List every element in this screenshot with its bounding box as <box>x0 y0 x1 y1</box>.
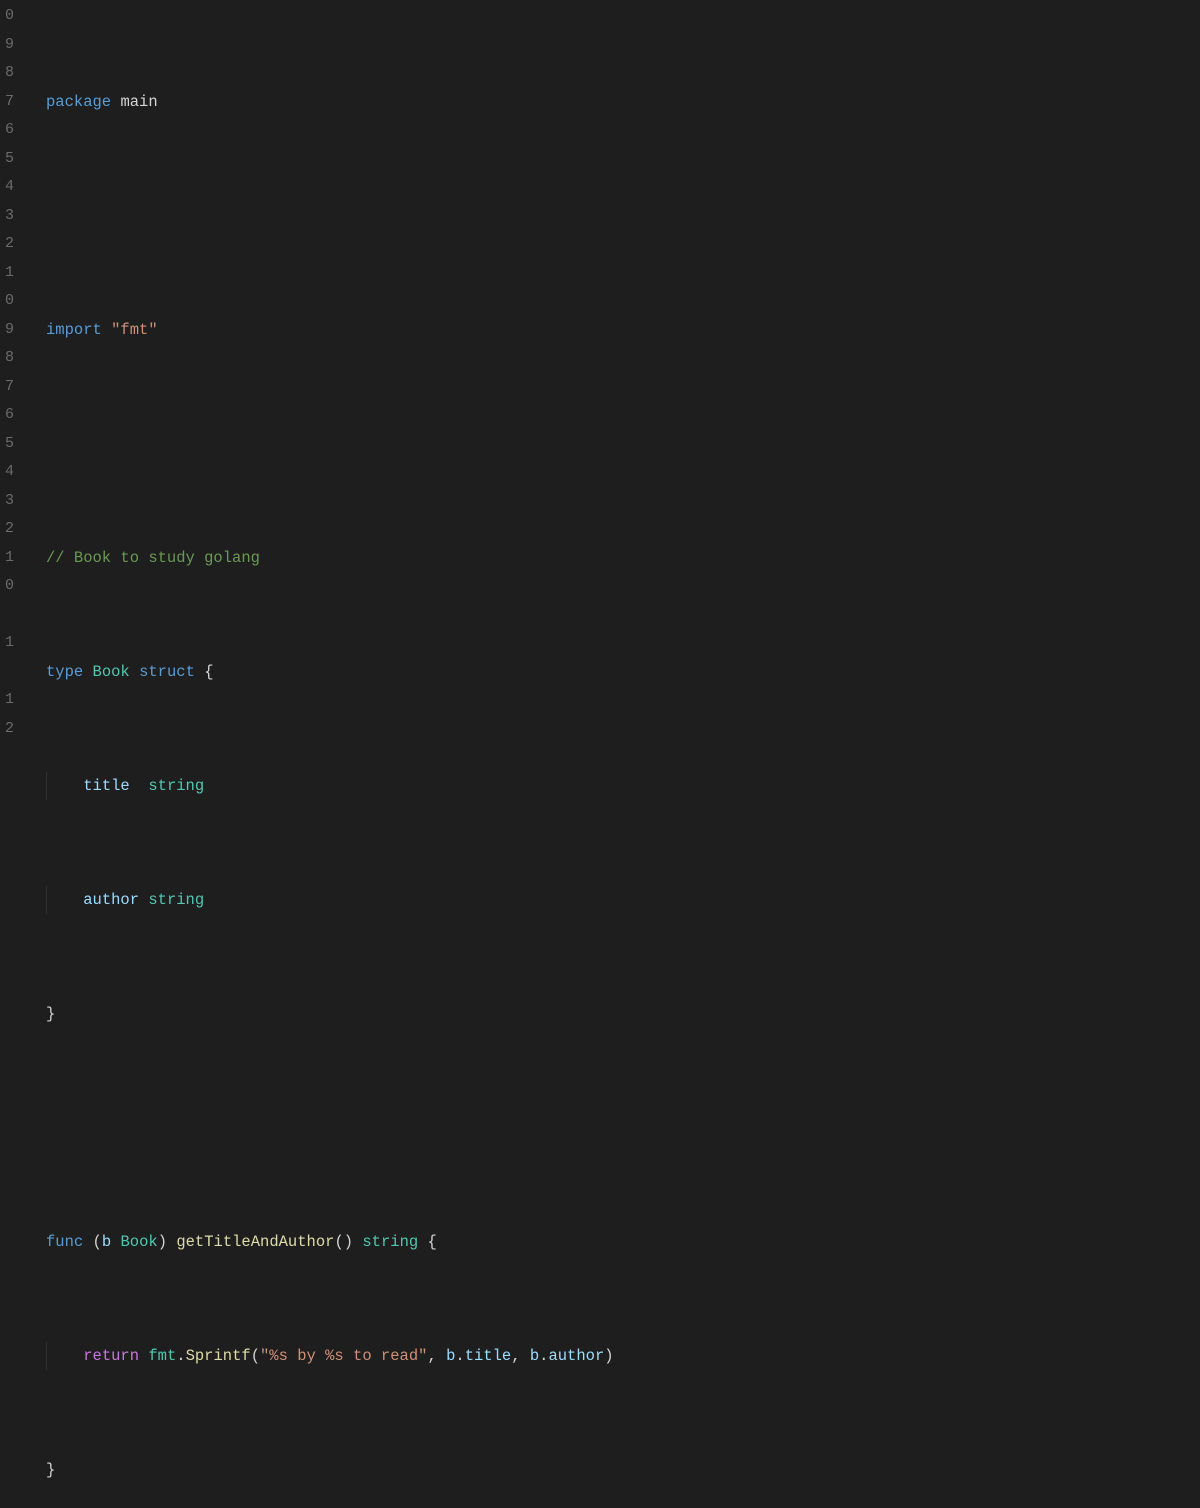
line-number: 5 <box>0 145 18 174</box>
code-line[interactable]: import "fmt" <box>46 316 1200 345</box>
line-number: 0 <box>0 287 18 316</box>
keyword-type: type <box>46 663 83 681</box>
line-number: 7 <box>0 373 18 402</box>
line-number: 1 <box>0 544 18 573</box>
line-number: 2 <box>0 515 18 544</box>
type-name: Book <box>93 663 130 681</box>
code-line[interactable]: title string <box>46 772 1200 801</box>
line-number: 2 <box>0 230 18 259</box>
call-sprintf: Sprintf <box>186 1347 251 1365</box>
string-literal: "%s by %s to read" <box>260 1347 427 1365</box>
line-number: 1 <box>0 629 18 658</box>
receiver-type: Book <box>120 1233 157 1251</box>
type: string <box>148 891 204 909</box>
line-number: 8 <box>0 59 18 88</box>
return-type: string <box>362 1233 418 1251</box>
keyword-import: import <box>46 321 102 339</box>
line-number-gutter: 0 9 8 7 6 5 4 3 2 1 0 9 8 7 6 5 4 3 2 1 … <box>0 0 18 754</box>
string-literal: "fmt" <box>111 321 158 339</box>
line-number: 9 <box>0 316 18 345</box>
code-line[interactable]: func (b Book) getTitleAndAuthor() string… <box>46 1228 1200 1257</box>
line-number: 4 <box>0 458 18 487</box>
receiver-name: b <box>102 1233 111 1251</box>
indent-guide <box>46 1342 47 1371</box>
line-number: 6 <box>0 401 18 430</box>
line-number: 4 <box>0 173 18 202</box>
line-number <box>0 601 18 630</box>
package-ref: fmt <box>148 1347 176 1365</box>
code-line[interactable]: } <box>46 1000 1200 1029</box>
code-line[interactable]: } <box>46 1456 1200 1485</box>
code-line[interactable] <box>46 430 1200 459</box>
indent-guide <box>46 886 47 915</box>
code-editor[interactable]: 0 9 8 7 6 5 4 3 2 1 0 9 8 7 6 5 4 3 2 1 … <box>0 0 1200 754</box>
line-number: 7 <box>0 88 18 117</box>
code-line[interactable]: return fmt.Sprintf("%s by %s to read", b… <box>46 1342 1200 1371</box>
field-ref: title <box>465 1347 512 1365</box>
line-number: 5 <box>0 430 18 459</box>
line-number: 1 <box>0 686 18 715</box>
field-ref: author <box>548 1347 604 1365</box>
brace: { <box>428 1233 437 1251</box>
comment: // Book to study golang <box>46 549 260 567</box>
keyword-return: return <box>83 1347 139 1365</box>
line-number: 6 <box>0 116 18 145</box>
brace: { <box>204 663 213 681</box>
code-line[interactable]: package main <box>46 88 1200 117</box>
field-name: author <box>83 891 139 909</box>
code-line[interactable]: author string <box>46 886 1200 915</box>
line-number: 8 <box>0 344 18 373</box>
line-number: 0 <box>0 572 18 601</box>
code-area[interactable]: package main import "fmt" // Book to stu… <box>18 0 1200 754</box>
line-number: 1 <box>0 259 18 288</box>
indent-guide <box>46 772 47 801</box>
code-line[interactable] <box>46 1114 1200 1143</box>
code-line[interactable]: type Book struct { <box>46 658 1200 687</box>
type: string <box>148 777 204 795</box>
code-line[interactable] <box>46 202 1200 231</box>
keyword-package: package <box>46 93 111 111</box>
line-number: 3 <box>0 487 18 516</box>
line-number: 2 <box>0 715 18 744</box>
brace: } <box>46 1461 55 1479</box>
identifier-main: main <box>120 93 157 111</box>
keyword-struct: struct <box>139 663 195 681</box>
line-number: 9 <box>0 31 18 60</box>
line-number: 0 <box>0 2 18 31</box>
line-number <box>0 658 18 687</box>
keyword-func: func <box>46 1233 83 1251</box>
code-line[interactable]: // Book to study golang <box>46 544 1200 573</box>
brace: } <box>46 1005 55 1023</box>
function-name: getTitleAndAuthor <box>176 1233 334 1251</box>
line-number: 3 <box>0 202 18 231</box>
field-name: title <box>83 777 130 795</box>
